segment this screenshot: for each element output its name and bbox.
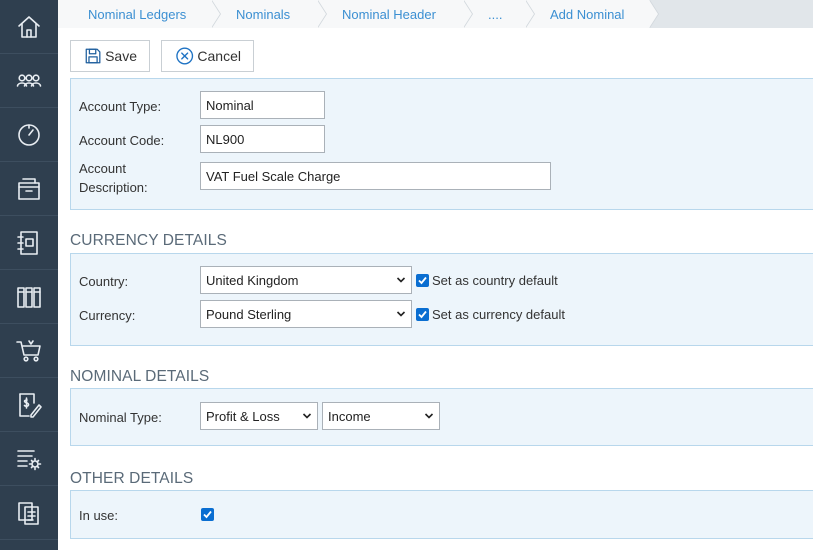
country-default-label: Set as country default bbox=[432, 273, 558, 288]
archive-icon bbox=[18, 177, 40, 200]
currency-details-title: CURRENCY DETAILS bbox=[70, 232, 227, 249]
account-code-label: Account Code: bbox=[79, 133, 165, 148]
sidebar-item-settings[interactable] bbox=[0, 432, 58, 486]
contacts-book-icon bbox=[17, 230, 38, 255]
check-icon bbox=[418, 310, 427, 319]
country-select-value: United Kingdom bbox=[206, 272, 299, 288]
currency-label: Currency: bbox=[79, 308, 136, 323]
check-icon bbox=[418, 276, 427, 285]
in-use-label: In use: bbox=[79, 508, 119, 523]
sidebar-item-books[interactable] bbox=[0, 270, 58, 324]
in-use-checkbox[interactable] bbox=[201, 508, 214, 521]
chevron-down-icon bbox=[424, 413, 434, 419]
nominal-type-select[interactable]: Profit & Loss bbox=[200, 402, 318, 430]
country-select[interactable]: United Kingdom bbox=[200, 266, 412, 294]
cancel-button[interactable]: Cancel bbox=[161, 40, 254, 72]
save-button[interactable]: Save bbox=[70, 40, 150, 72]
account-panel: Account Type: Nominal Account Code: NL90… bbox=[70, 78, 813, 210]
chevron-down-icon bbox=[396, 277, 406, 283]
books-icon bbox=[17, 286, 41, 308]
sidebar-item-contacts[interactable] bbox=[0, 216, 58, 270]
breadcrumb-nominal-header[interactable]: Nominal Header bbox=[317, 0, 473, 28]
nominal-type-select-value: Profit & Loss bbox=[206, 408, 280, 424]
nominal-subtype-select-value: Income bbox=[328, 408, 371, 424]
floppy-disk-icon bbox=[85, 48, 101, 64]
currency-default-label: Set as currency default bbox=[432, 307, 565, 322]
account-type-field[interactable]: Nominal bbox=[200, 91, 325, 119]
settings-list-icon bbox=[17, 449, 42, 470]
cart-icon bbox=[16, 339, 41, 362]
country-label: Country: bbox=[79, 274, 129, 289]
sidebar-item-documents[interactable] bbox=[0, 486, 58, 540]
check-icon bbox=[203, 510, 212, 519]
nominal-details-title: NOMINAL DETAILS bbox=[70, 368, 210, 385]
account-description-label-line1: Account bbox=[79, 161, 126, 176]
chevron-down-icon bbox=[302, 413, 312, 419]
sidebar-nav bbox=[0, 0, 58, 550]
breadcrumb-nominals[interactable]: Nominals bbox=[211, 0, 327, 28]
invoice-edit-icon bbox=[19, 392, 42, 418]
country-default-checkbox[interactable] bbox=[416, 274, 429, 287]
currency-select[interactable]: Pound Sterling bbox=[200, 300, 412, 328]
dashboard-icon bbox=[18, 123, 40, 146]
cancel-label: Cancel bbox=[197, 48, 241, 64]
breadcrumb-add-nominal[interactable]: Add Nominal bbox=[525, 0, 659, 28]
sidebar-item-invoices[interactable] bbox=[0, 378, 58, 432]
currency-select-value: Pound Sterling bbox=[206, 306, 292, 322]
users-icon bbox=[16, 73, 42, 87]
other-details-title: OTHER DETAILS bbox=[70, 470, 194, 487]
nominal-subtype-select[interactable]: Income bbox=[322, 402, 440, 430]
sidebar-item-users[interactable] bbox=[0, 54, 58, 108]
sidebar-item-dashboard[interactable] bbox=[0, 108, 58, 162]
sidebar-item-home[interactable] bbox=[0, 0, 58, 54]
save-label: Save bbox=[105, 48, 137, 64]
chevron-down-icon bbox=[396, 311, 406, 317]
account-description-field[interactable]: VAT Fuel Scale Charge bbox=[200, 162, 551, 190]
currency-default-checkbox[interactable] bbox=[416, 308, 429, 321]
breadcrumb-nominal-ledgers[interactable]: Nominal Ledgers bbox=[58, 0, 221, 28]
sidebar-item-cart[interactable] bbox=[0, 324, 58, 378]
account-type-label: Account Type: bbox=[79, 99, 162, 114]
breadcrumb: Nominal Ledgers Nominals Nominal Header … bbox=[58, 0, 813, 28]
documents-icon bbox=[18, 501, 39, 525]
toolbar: Save Cancel bbox=[70, 40, 254, 72]
nominal-type-label: Nominal Type: bbox=[79, 410, 162, 425]
sidebar-item-archive[interactable] bbox=[0, 162, 58, 216]
account-description-label-line2: Description: bbox=[79, 180, 148, 195]
close-circle-icon bbox=[176, 47, 194, 65]
nominal-details-panel: Nominal Type: Profit & Loss Income bbox=[70, 388, 813, 446]
home-icon bbox=[18, 15, 40, 38]
account-code-field[interactable]: NL900 bbox=[200, 125, 325, 153]
currency-details-panel: Country: United Kingdom Set as country d… bbox=[70, 253, 813, 346]
main-content: Nominal Ledgers Nominals Nominal Header … bbox=[58, 0, 813, 550]
other-details-panel: In use: bbox=[70, 490, 813, 539]
